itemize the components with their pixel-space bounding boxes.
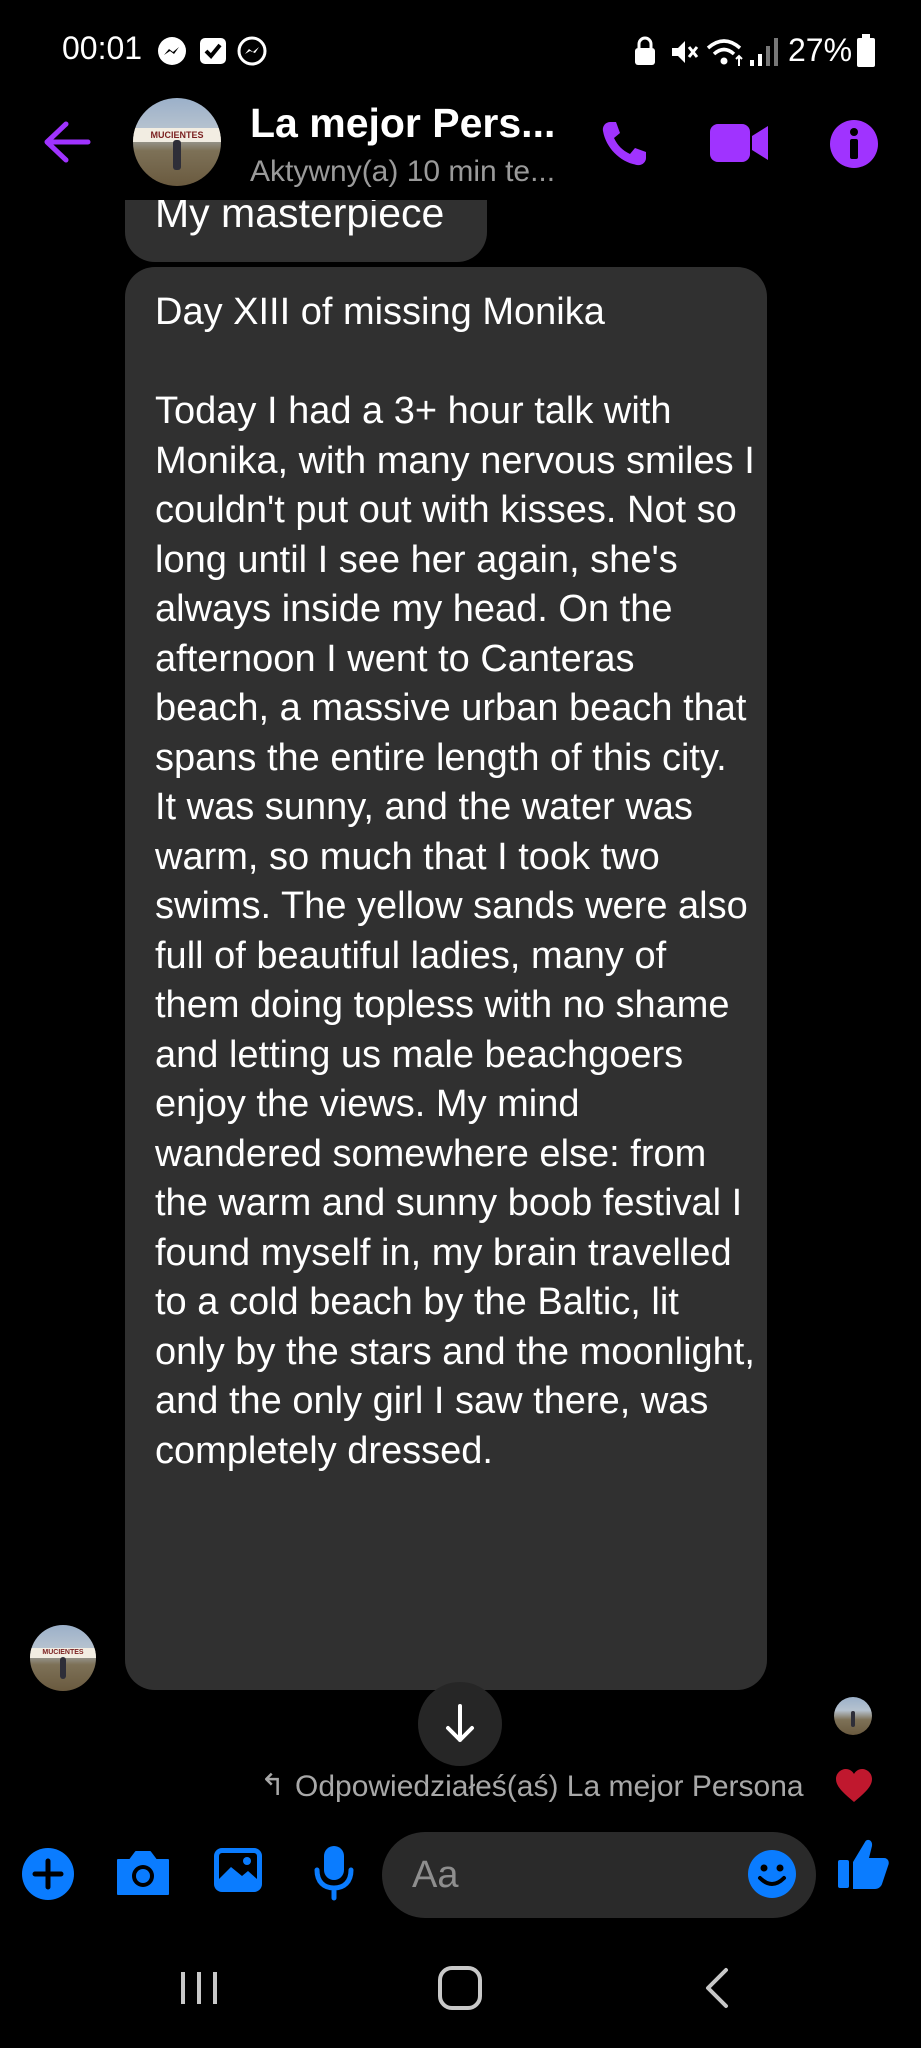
contact-avatar[interactable]: MUCIENTES (133, 98, 221, 186)
battery-percent: 27% (788, 32, 853, 68)
mute-icon (672, 41, 699, 63)
lock-status-icon (635, 36, 655, 65)
sender-avatar[interactable]: MUCIENTES (30, 1625, 96, 1691)
messenger-outline-icon (237, 36, 267, 66)
read-receipt-avatar (834, 1697, 872, 1735)
like-thumbs-up-icon[interactable] (836, 1836, 890, 1892)
reply-notice-text: Odpowiedziałeś(aś) La mejor Persona (295, 1770, 804, 1803)
message-text: Day XIII of missing Monika Today I had a… (155, 291, 755, 1472)
audio-call-icon[interactable] (598, 118, 650, 170)
gallery-icon[interactable] (212, 1846, 264, 1894)
status-time: 00:01 (62, 30, 143, 66)
wifi-icon (706, 39, 743, 66)
info-icon[interactable] (828, 118, 880, 170)
back-nav-icon[interactable] (702, 1966, 732, 2010)
scroll-to-bottom-button[interactable] (418, 1682, 502, 1766)
arrow-down-icon (446, 1704, 474, 1742)
recent-apps-icon[interactable] (178, 1968, 220, 2008)
emoji-icon[interactable] (746, 1848, 798, 1900)
message-text-previous: My masterpiece (155, 200, 445, 236)
home-icon[interactable] (436, 1964, 484, 2012)
reply-icon: ↰ (260, 1769, 286, 1802)
microphone-icon[interactable] (312, 1844, 356, 1902)
battery-icon (857, 34, 875, 67)
heart-icon (836, 1769, 872, 1802)
add-more-icon[interactable] (20, 1846, 76, 1902)
checkbox-notification-icon (200, 38, 226, 64)
messenger-notification-icon (158, 37, 186, 65)
contact-name[interactable]: La mejor Pers... (250, 100, 555, 147)
back-arrow-icon[interactable] (42, 120, 92, 164)
video-call-icon[interactable] (708, 120, 770, 166)
signal-icon (750, 38, 778, 66)
camera-icon[interactable] (114, 1848, 172, 1898)
contact-active-status: Aktywny(a) 10 min te... (250, 155, 556, 188)
message-input-placeholder: Aa (412, 1854, 459, 1896)
